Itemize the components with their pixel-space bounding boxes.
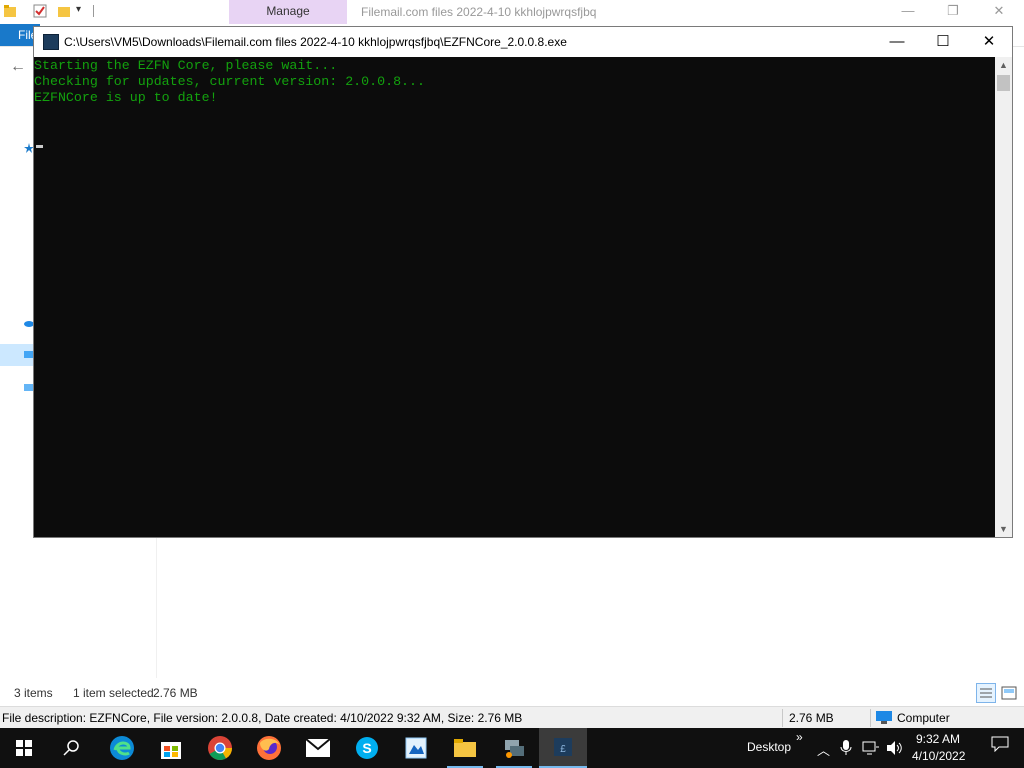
scrollbar-thumb[interactable] <box>997 75 1010 91</box>
notification-icon <box>991 736 1009 752</box>
back-arrow-icon[interactable]: ← <box>10 58 26 76</box>
network-tool-icon <box>505 740 524 758</box>
properties-icon[interactable] <box>33 4 47 18</box>
store-icon <box>161 742 181 759</box>
network-status-icon[interactable] <box>862 741 880 755</box>
clock-date[interactable]: 4/10/2022 <box>912 749 965 763</box>
location-label: Computer <box>897 711 950 725</box>
explorer-restore-button[interactable]: ❐ <box>930 0 976 24</box>
details-status-bar: File description: EZFNCore, File version… <box>0 706 1024 729</box>
taskbar-firefox[interactable] <box>245 728 293 768</box>
console-line: Starting the EZFN Core, please wait... <box>34 58 338 73</box>
divider <box>782 709 783 727</box>
taskbar-edge[interactable] <box>98 728 146 768</box>
console-output[interactable]: Starting the EZFN Core, please wait... C… <box>34 57 995 537</box>
file-description: File description: EZFNCore, File version… <box>2 711 523 725</box>
scroll-down-arrow-icon[interactable]: ▼ <box>995 521 1012 537</box>
taskbar-chrome[interactable] <box>196 728 244 768</box>
divider <box>870 709 871 727</box>
explorer-close-button[interactable]: ✕ <box>976 0 1022 24</box>
file-size: 2.76 MB <box>789 711 834 725</box>
computer-icon <box>876 711 892 724</box>
start-button[interactable] <box>0 728 48 768</box>
folder-icon[interactable] <box>3 4 17 18</box>
status-item-count: 3 items <box>14 686 53 700</box>
skype-icon: S <box>356 737 378 759</box>
firefox-icon <box>257 736 281 760</box>
taskbar-file-explorer[interactable] <box>441 728 489 768</box>
console-app-icon[interactable] <box>43 34 59 50</box>
taskbar: S £ Desktop » ︿ 9:32 AM 4/10/2022 <box>0 728 1024 768</box>
toolbar-overflow-icon[interactable]: » <box>796 730 803 744</box>
taskbar-skype[interactable]: S <box>343 728 391 768</box>
taskbar-mail[interactable] <box>294 728 342 768</box>
tab-manage[interactable]: Manage <box>229 0 347 24</box>
file-explorer-icon <box>454 739 476 757</box>
taskbar-network-tool[interactable] <box>490 728 538 768</box>
windows-logo-icon <box>16 740 32 756</box>
large-icons-view-icon[interactable] <box>1001 686 1017 700</box>
scroll-up-arrow-icon[interactable]: ▲ <box>995 57 1012 73</box>
volume-icon[interactable] <box>886 740 904 756</box>
svg-text:S: S <box>362 740 371 756</box>
edge-icon <box>110 736 134 760</box>
svg-text:£: £ <box>560 744 566 755</box>
action-center-button[interactable] <box>976 736 1024 760</box>
console-window[interactable]: C:\Users\VM5\Downloads\Filemail.com file… <box>33 26 1013 538</box>
new-folder-icon[interactable] <box>57 4 71 18</box>
chrome-icon <box>208 736 232 761</box>
vertical-scrollbar[interactable] <box>995 57 1012 537</box>
desktop-toolbar-label[interactable]: Desktop <box>747 740 791 754</box>
console-close-button[interactable]: ✕ <box>966 27 1012 57</box>
quick-access-dropdown-icon[interactable]: ▾ <box>76 4 81 15</box>
console-titlebar[interactable]: C:\Users\VM5\Downloads\Filemail.com file… <box>34 27 1012 57</box>
taskbar-paint[interactable] <box>392 728 440 768</box>
explorer-minimize-button[interactable]: — <box>885 0 931 24</box>
clock-time[interactable]: 9:32 AM <box>916 732 960 746</box>
divider <box>93 5 94 17</box>
console-app-icon: £ <box>554 738 572 756</box>
taskbar-console-active[interactable]: £ <box>539 728 587 768</box>
status-selection-size: 2.76 MB <box>153 686 198 700</box>
paint-icon <box>405 737 427 759</box>
console-line: Checking for updates, current version: 2… <box>34 74 425 89</box>
console-maximize-button[interactable]: ☐ <box>920 27 966 57</box>
show-hidden-icons-icon[interactable]: ︿ <box>817 740 830 759</box>
status-selection: 1 item selected <box>73 686 154 700</box>
search-button[interactable] <box>48 728 96 768</box>
search-icon <box>63 740 79 756</box>
explorer-titlebar: ▾ Manage Filemail.com files 2022-4-10 kk… <box>0 0 1024 24</box>
details-view-icon <box>980 688 992 698</box>
text-cursor <box>36 145 43 148</box>
mail-icon <box>305 738 331 757</box>
console-line: EZFNCore is up to date! <box>34 90 218 105</box>
explorer-title: Filemail.com files 2022-4-10 kkhlojpwrqs… <box>361 5 597 19</box>
details-view-button[interactable] <box>976 683 996 703</box>
console-title: C:\Users\VM5\Downloads\Filemail.com file… <box>64 35 567 49</box>
taskbar-store[interactable] <box>147 728 195 768</box>
microphone-icon[interactable] <box>840 740 852 756</box>
console-minimize-button[interactable]: — <box>874 27 920 57</box>
